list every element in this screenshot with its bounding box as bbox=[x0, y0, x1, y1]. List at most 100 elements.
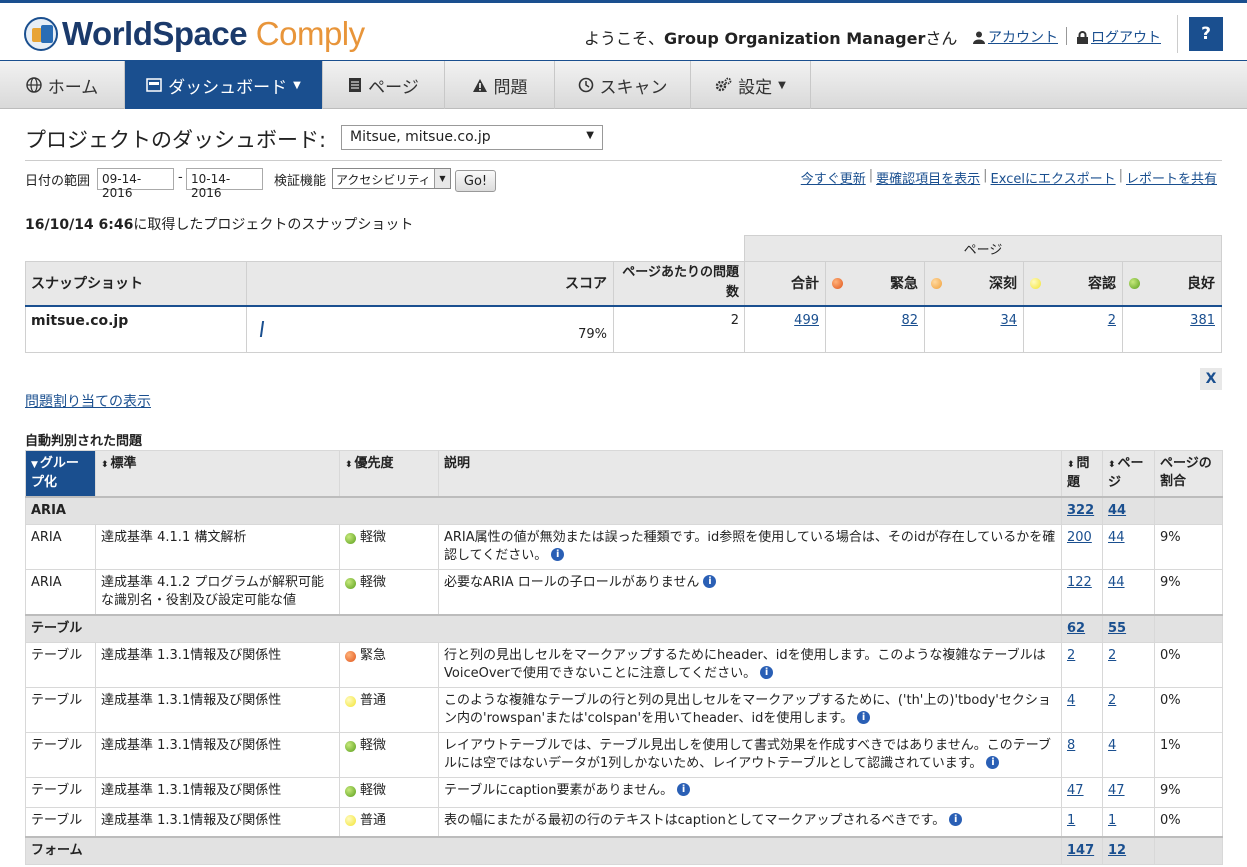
info-icon[interactable]: i bbox=[857, 711, 871, 724]
chevron-down-icon: ▼ bbox=[434, 169, 450, 188]
row-description: 表の幅にまたがる最初の行のテキストはcaptionとしてマークアップされるべきで… bbox=[438, 806, 1062, 838]
row-issues-link[interactable]: 47 bbox=[1067, 783, 1084, 798]
lock-icon bbox=[1077, 30, 1088, 44]
row-description: レイアウトテーブルでは、テーブル見出しを使用して書式効果を作成すべきではありませ… bbox=[438, 732, 1062, 778]
table-row: テーブル 達成基準 1.3.1情報及び関係性 普通 このような複雑なテーブルの行と列の… bbox=[25, 687, 1223, 733]
clock-icon bbox=[578, 77, 593, 93]
total-link[interactable]: 499 bbox=[794, 313, 819, 328]
date-from-input[interactable]: 09-14-2016 bbox=[97, 168, 174, 200]
account-link[interactable]: アカウント bbox=[973, 27, 1058, 47]
col-critical: 緊急 bbox=[825, 261, 925, 306]
group-issues-link[interactable]: 62 bbox=[1067, 621, 1085, 636]
priority-label: 普通 bbox=[360, 693, 387, 708]
col-issues-header[interactable]: ⬍ 問題 bbox=[1061, 450, 1103, 498]
row-issues-link[interactable]: 1 bbox=[1067, 813, 1075, 828]
col-pages-header[interactable]: ⬍ ページ bbox=[1102, 450, 1155, 498]
row-standard: 達成基準 4.1.1 構文解析 bbox=[95, 524, 340, 570]
feature-select[interactable]: アクセシビリティ ▼ bbox=[332, 168, 451, 189]
share-report-link[interactable]: レポートを共有 bbox=[1126, 168, 1217, 187]
score-sparkline bbox=[259, 320, 265, 337]
welcome-text: ようこそ、Group Organization Managerさん bbox=[584, 29, 958, 48]
table-row: テーブル 達成基準 1.3.1情報及び関係性 軽微 レイアウトテーブルでは、テーブル見… bbox=[25, 732, 1223, 778]
info-icon[interactable]: i bbox=[760, 666, 774, 679]
pages-group-header: ページ bbox=[744, 235, 1222, 262]
chevron-down-icon: ▼ bbox=[293, 79, 301, 91]
priority-label: 普通 bbox=[360, 812, 387, 828]
row-issues-link[interactable]: 122 bbox=[1067, 575, 1092, 590]
close-button[interactable]: X bbox=[1200, 368, 1222, 390]
col-description-header: 説明 bbox=[438, 450, 1062, 498]
nav-settings[interactable]: 設定 ▼ bbox=[691, 61, 811, 109]
info-icon[interactable]: i bbox=[677, 783, 691, 796]
col-priority-header[interactable]: ⬍ 優先度 bbox=[339, 450, 439, 498]
row-issues-link[interactable]: 2 bbox=[1067, 648, 1075, 663]
serious-link[interactable]: 34 bbox=[1000, 313, 1017, 328]
priority-dot-icon bbox=[345, 740, 356, 752]
table-row: ARIA 達成基準 4.1.1 構文解析 軽微 ARIA属性の値が無効または誤った種類… bbox=[25, 524, 1223, 570]
project-select[interactable]: Mitsue, mitsue.co.jp ▼ bbox=[341, 125, 603, 150]
feature-label: 検証機能 bbox=[274, 174, 327, 189]
go-button[interactable]: Go! bbox=[455, 170, 496, 192]
serious-dot-icon bbox=[931, 277, 942, 289]
priority-label: 軽微 bbox=[360, 575, 387, 590]
row-pages-link[interactable]: 2 bbox=[1108, 648, 1116, 663]
col-group-header[interactable]: ▼ グループ化 bbox=[25, 450, 96, 498]
group-issues-link[interactable]: 147 bbox=[1067, 843, 1094, 858]
row-pages-link[interactable]: 1 bbox=[1108, 813, 1116, 828]
export-excel-link[interactable]: Excelにエクスポート bbox=[991, 168, 1116, 187]
nav-dashboard[interactable]: ダッシュボード ▼ bbox=[125, 61, 323, 109]
col-acceptable: 容認 bbox=[1023, 261, 1123, 306]
priority-dot-icon bbox=[345, 815, 356, 826]
good-link[interactable]: 381 bbox=[1190, 313, 1215, 328]
row-pages-link[interactable]: 44 bbox=[1108, 530, 1125, 545]
nav-home[interactable]: ホーム bbox=[0, 61, 125, 109]
nav-issues[interactable]: 問題 bbox=[445, 61, 555, 109]
row-standard: 達成基準 4.1.2 プログラムが解釈可能な識別名・役割及び設定可能な値 bbox=[95, 569, 340, 616]
row-pages-link[interactable]: 44 bbox=[1108, 575, 1125, 590]
row-description: 行と列の見出しセルをマークアップするためにheader、idを使用します。このよ… bbox=[438, 642, 1062, 688]
group-issues-link[interactable]: 322 bbox=[1067, 503, 1094, 518]
priority-dot-icon bbox=[345, 577, 356, 589]
group-row: テーブル 62 55 bbox=[25, 614, 1223, 643]
user-name: Group Organization Manager bbox=[664, 29, 926, 48]
nav-scan[interactable]: スキャン bbox=[555, 61, 691, 109]
col-standard-header[interactable]: ⬍ 標準 bbox=[95, 450, 340, 498]
info-icon[interactable]: i bbox=[703, 575, 717, 588]
row-ratio: 0% bbox=[1154, 687, 1223, 733]
main-nav: ホーム ダッシュボード ▼ ページ 問題 スキャン 設定 ▼ bbox=[0, 60, 1247, 109]
group-name: ARIA bbox=[25, 496, 1062, 525]
priority-dot-icon bbox=[345, 650, 356, 662]
group-pages-link[interactable]: 12 bbox=[1108, 843, 1126, 858]
worldspace-logo[interactable]: WorldSpace Comply bbox=[24, 15, 365, 53]
critical-dot-icon bbox=[832, 277, 843, 289]
info-icon[interactable]: i bbox=[986, 756, 1000, 769]
row-standard: 達成基準 1.3.1情報及び関係性 bbox=[95, 806, 340, 838]
row-issues-link[interactable]: 4 bbox=[1067, 693, 1075, 708]
info-icon[interactable]: i bbox=[949, 812, 963, 826]
show-review-items-link[interactable]: 要確認項目を表示 bbox=[876, 168, 980, 187]
help-button[interactable]: ? bbox=[1189, 17, 1223, 51]
row-issues-link[interactable]: 200 bbox=[1067, 530, 1092, 545]
user-icon bbox=[973, 31, 985, 44]
info-icon[interactable]: i bbox=[551, 548, 565, 561]
refresh-now-link[interactable]: 今すぐ更新 bbox=[801, 168, 866, 187]
row-pages-link[interactable]: 4 bbox=[1108, 738, 1116, 753]
group-pages-link[interactable]: 55 bbox=[1108, 621, 1126, 636]
group-pages-link[interactable]: 44 bbox=[1108, 503, 1126, 518]
row-group: テーブル bbox=[25, 732, 96, 778]
issue-assignment-link[interactable]: 問題割り当ての表示 bbox=[25, 391, 151, 411]
critical-link[interactable]: 82 bbox=[901, 313, 918, 328]
date-to-input[interactable]: 10-14-2016 bbox=[186, 168, 263, 200]
acceptable-link[interactable]: 2 bbox=[1108, 313, 1116, 328]
good-dot-icon bbox=[1129, 277, 1140, 289]
nav-pages[interactable]: ページ bbox=[323, 61, 445, 109]
logout-link[interactable]: ログアウト bbox=[1077, 27, 1161, 47]
snapshot-row: mitsue.co.jp 79% 2 499 82 34 2 381 bbox=[25, 305, 1222, 353]
sort-icon: ⬍ bbox=[101, 460, 109, 470]
row-issues-link[interactable]: 8 bbox=[1067, 738, 1075, 753]
row-priority: 普通 bbox=[339, 806, 439, 838]
row-standard: 達成基準 1.3.1情報及び関係性 bbox=[95, 687, 340, 733]
row-pages-link[interactable]: 47 bbox=[1108, 783, 1125, 798]
row-pages-link[interactable]: 2 bbox=[1108, 693, 1116, 708]
snapshot-title: 16/10/14 6:46に取得したプロジェクトのスナップショット bbox=[25, 217, 414, 233]
